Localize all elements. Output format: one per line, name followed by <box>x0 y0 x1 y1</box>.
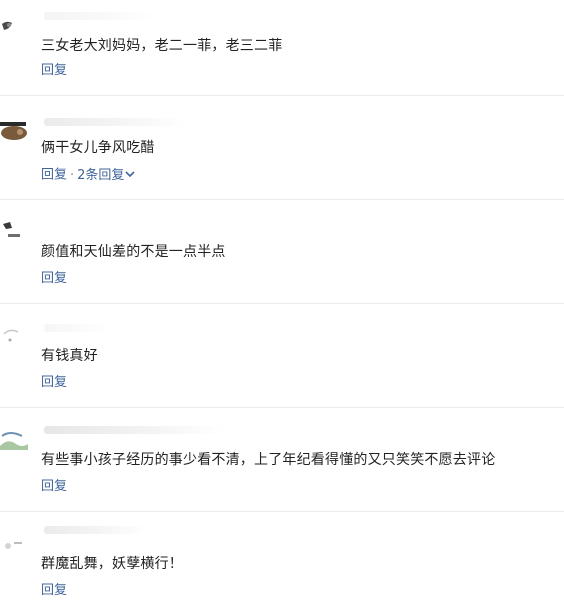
avatar-image <box>0 14 28 38</box>
username-obscured <box>44 426 224 434</box>
comment-actions: 回复 <box>41 62 67 80</box>
replies-count-label: 2条回复 <box>77 167 125 183</box>
comment-text: 有钱真好 <box>41 348 98 364</box>
username-obscured <box>44 118 184 126</box>
reply-link[interactable]: 回复 <box>41 63 67 78</box>
comment-actions: 回复 <box>41 582 67 600</box>
comment-actions: 回复 <box>41 478 67 496</box>
username-obscured <box>44 526 148 534</box>
comment-item: 有钱真好 回复 <box>0 304 564 408</box>
avatar-image <box>0 530 28 554</box>
reply-link[interactable]: 回复 <box>41 271 67 286</box>
user-avatar[interactable] <box>0 530 28 554</box>
avatar-image <box>0 116 28 140</box>
comment-list: 三女老大刘妈妈，老二一菲，老三二菲 回复 俩干女儿争风吃醋 回复·2条回复 <box>0 0 564 598</box>
chevron-down-icon <box>125 166 136 184</box>
username-obscured <box>44 12 154 20</box>
avatar-image <box>0 220 28 244</box>
avatar-image <box>0 320 28 344</box>
user-avatar[interactable] <box>0 116 28 140</box>
comment-text: 俩干女儿争风吃醋 <box>41 140 155 156</box>
reply-link[interactable]: 回复 <box>41 168 67 183</box>
reply-link[interactable]: 回复 <box>41 583 67 598</box>
comment-actions: 回复 · 2条回复 <box>41 166 136 185</box>
reply-link[interactable]: 回复 <box>41 479 67 494</box>
comment-item: 颜值和天仙差的不是一点半点 回复 <box>0 200 564 304</box>
view-replies-button[interactable]: 2条回复 <box>77 166 136 184</box>
comment-text: 有些事小孩子经历的事少看不清，上了年纪看得懂的又只笑笑不愿去评论 <box>41 452 496 468</box>
user-avatar[interactable] <box>0 14 28 38</box>
comment-text: 群魔乱舞，妖孽横行！ <box>41 556 183 572</box>
user-avatar[interactable] <box>0 220 28 244</box>
comment-text: 三女老大刘妈妈，老二一菲，老三二菲 <box>41 38 283 54</box>
comment-item: 三女老大刘妈妈，老二一菲，老三二菲 回复 <box>0 0 564 96</box>
avatar-image <box>0 426 28 450</box>
actions-separator: · <box>70 167 75 183</box>
user-avatar[interactable] <box>0 320 28 344</box>
comment-text: 颜值和天仙差的不是一点半点 <box>41 244 226 260</box>
comment-item: 有些事小孩子经历的事少看不清，上了年纪看得懂的又只笑笑不愿去评论 回复 <box>0 408 564 512</box>
comment-actions: 回复 <box>41 374 67 392</box>
user-avatar[interactable] <box>0 426 28 450</box>
comment-item: 俩干女儿争风吃醋 回复 · 2条回复 <box>0 96 564 200</box>
username-obscured <box>44 324 110 332</box>
reply-link[interactable]: 回复 <box>41 375 67 390</box>
comment-item: 群魔乱舞，妖孽横行！ 回复 <box>0 512 564 616</box>
comment-actions: 回复 <box>41 270 67 288</box>
